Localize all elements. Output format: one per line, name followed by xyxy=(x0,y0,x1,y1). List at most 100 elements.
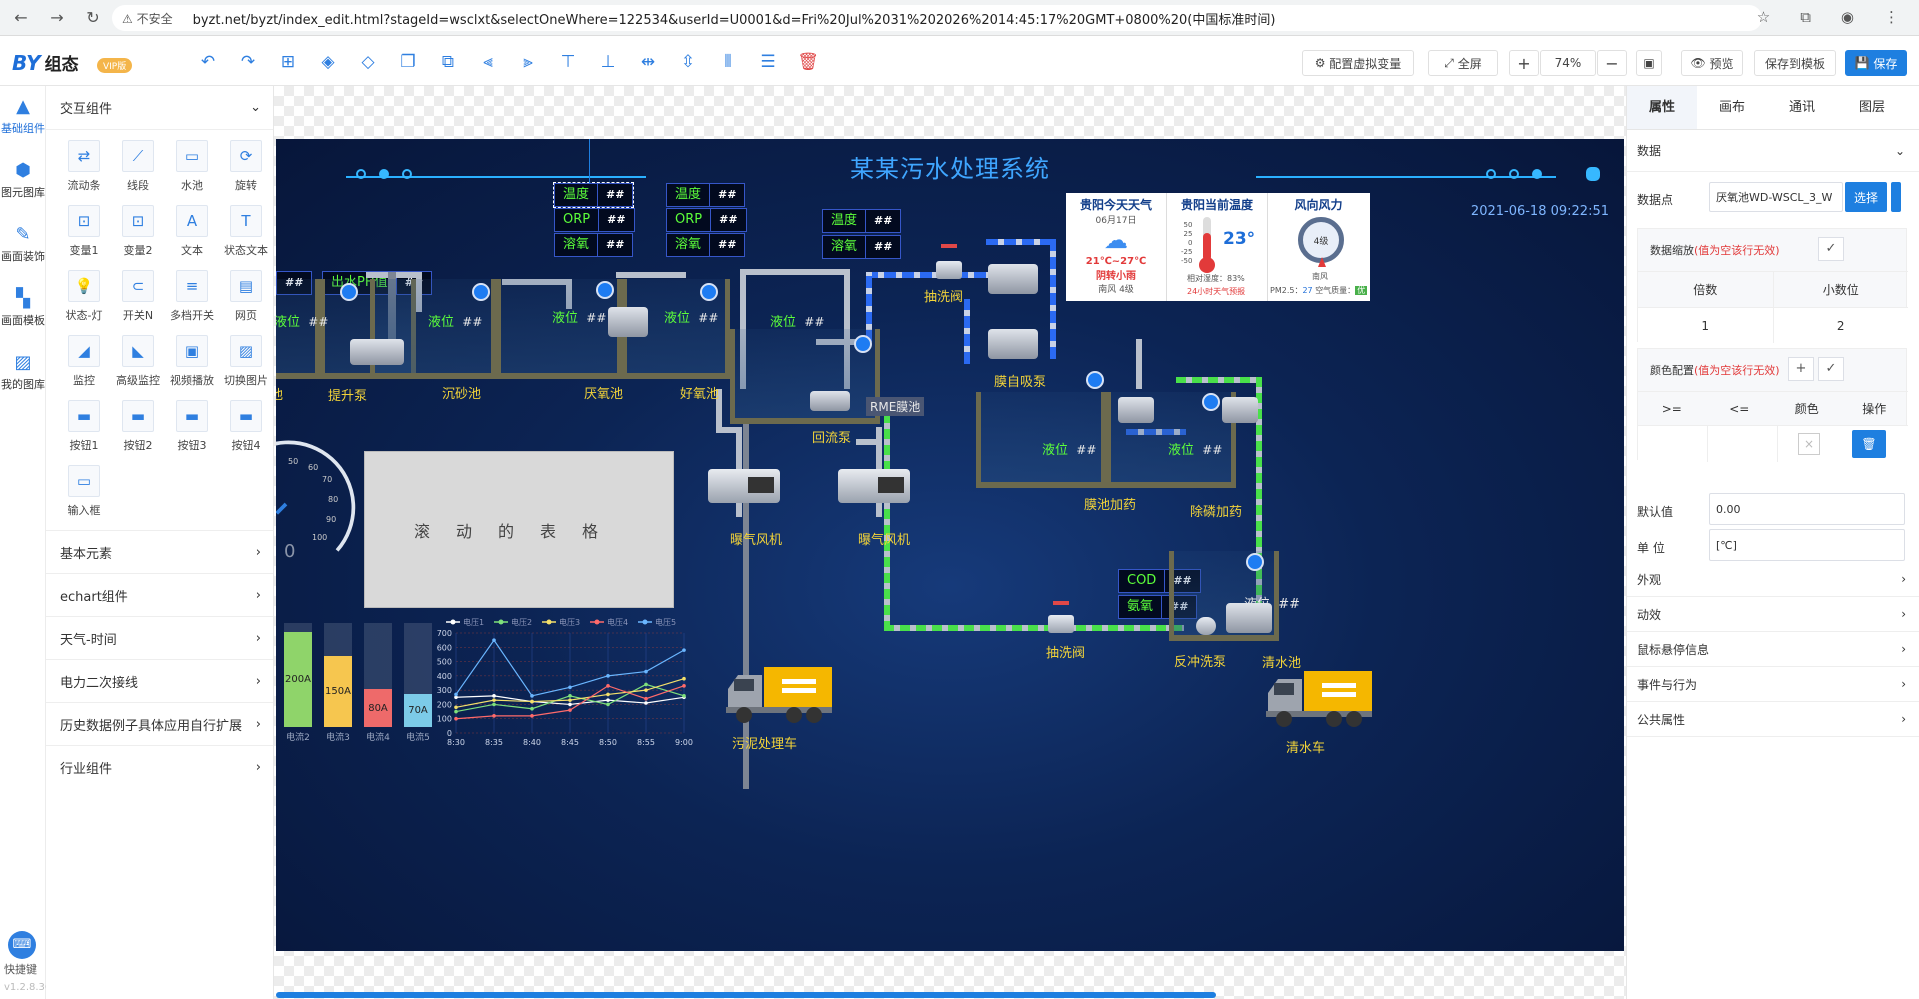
add-row-icon[interactable]: + xyxy=(1788,357,1814,381)
fullscreen-button[interactable]: ⤢ 全屏 xyxy=(1428,50,1498,76)
forward-button[interactable]: → xyxy=(42,3,72,33)
weather-widget[interactable]: 贵阳今天天气 06月17日 ☁ 21℃~27℃ 阴转小雨 南风 4级 贵阳当前温… xyxy=(1066,193,1370,301)
tab-properties[interactable]: 属性 xyxy=(1627,86,1697,129)
palette-section[interactable]: 天气-时间 › xyxy=(46,616,273,659)
group-icon[interactable]: ❐ xyxy=(396,52,420,72)
mult-value[interactable]: 1 xyxy=(1638,308,1773,343)
keyboard-icon[interactable]: ⌨ xyxy=(8,931,36,959)
color-confirm-icon[interactable]: ✓ xyxy=(1818,357,1844,381)
datapoint-input[interactable]: 厌氧池WD-WSCL_3_W xyxy=(1709,182,1843,212)
save-template-button[interactable]: 保存到模板 xyxy=(1754,50,1836,76)
distribute-h-icon[interactable]: ⦀ xyxy=(716,52,740,72)
level-gauge-icon[interactable] xyxy=(472,283,490,301)
palette-item[interactable]: ⊂ 开关N xyxy=(112,270,164,323)
flush-valve-2[interactable] xyxy=(1048,615,1074,633)
zoom-value[interactable]: 74% xyxy=(1540,50,1596,76)
ge-input[interactable] xyxy=(1638,426,1708,462)
weather-forecast-link[interactable]: 24小时天气预报 xyxy=(1187,286,1245,297)
align-vcenter-icon[interactable]: ⇳ xyxy=(676,52,700,72)
sludge-truck[interactable] xyxy=(724,665,834,725)
back-button[interactable]: ← xyxy=(6,3,36,33)
palette-section[interactable]: 行业组件 › xyxy=(46,745,273,788)
clean-water-truck[interactable] xyxy=(1264,669,1374,729)
palette-item[interactable]: 💡 状态-灯 xyxy=(58,270,110,323)
zoom-out-button[interactable]: − xyxy=(1597,50,1627,76)
reload-button[interactable]: ↻ xyxy=(78,3,108,33)
mixer[interactable] xyxy=(608,307,648,337)
tag-do-1[interactable]: 溶氧 ## xyxy=(554,233,634,257)
palette-section[interactable]: echart组件 › xyxy=(46,573,273,616)
level-gauge-icon[interactable] xyxy=(340,283,358,301)
outlet-pump[interactable] xyxy=(1226,603,1272,633)
section-events[interactable]: 事件与行为 › xyxy=(1627,667,1919,702)
distribute-v-icon[interactable]: ☰ xyxy=(756,52,780,72)
palette-item[interactable]: ▬ 按钮4 xyxy=(220,400,272,453)
virtual-vars-button[interactable]: ⚙ 配置虚拟变量 xyxy=(1302,50,1414,76)
dosing-pump[interactable] xyxy=(1222,397,1258,423)
send-back-icon[interactable]: ◇ xyxy=(356,52,380,72)
color-picker-icon[interactable]: × xyxy=(1798,433,1820,455)
fit-screen-icon[interactable]: ▣ xyxy=(1636,50,1662,76)
select-datapoint-button[interactable]: 选择 xyxy=(1845,182,1887,212)
section-common[interactable]: 公共属性 › xyxy=(1627,702,1919,737)
add-icon[interactable]: ⊞ xyxy=(276,52,300,72)
dosing-pump[interactable] xyxy=(1118,397,1154,423)
rail-basic[interactable]: ▲ 基础组件 xyxy=(0,98,46,136)
scale-confirm-icon[interactable]: ✓ xyxy=(1818,237,1844,261)
tag-do-3[interactable]: 溶氧 ## xyxy=(822,235,902,259)
level-gauge-icon[interactable] xyxy=(1246,553,1264,571)
address-bar[interactable]: ⚠ 不安全 byzt.net/byzt/index_edit.html?stag… xyxy=(112,5,1762,31)
palette-item[interactable]: ⊡ 变量1 xyxy=(58,205,110,258)
tab-comm[interactable]: 通讯 xyxy=(1767,86,1837,129)
current-bar-chart[interactable]: 200A 电流2 150A 电流3 80A 电流4 70A 电流5 xyxy=(282,623,440,743)
scada-canvas[interactable]: 某某污水处理系统 2021-06-18 09:22:51 ## 出水PH值## … xyxy=(276,139,1624,951)
unit-input[interactable]: [℃] xyxy=(1709,529,1905,561)
palette-item[interactable]: ⟳ 旋转 xyxy=(220,140,272,193)
menu-icon[interactable]: ⋮ xyxy=(1884,8,1899,26)
membrane-pump[interactable] xyxy=(988,264,1038,294)
rolling-table[interactable]: 滚动的表格 xyxy=(364,451,674,608)
blower-1[interactable] xyxy=(708,469,780,503)
palette-item[interactable]: T 状态文本 xyxy=(220,205,272,258)
return-pump[interactable] xyxy=(810,391,850,411)
tag-orp-2[interactable]: ORP ## xyxy=(666,208,747,232)
align-top-icon[interactable]: ⊤ xyxy=(556,52,580,72)
save-button[interactable]: 💾 保存 xyxy=(1845,50,1907,76)
backwash-pump[interactable] xyxy=(1196,617,1216,635)
bar[interactable]: 70A xyxy=(404,693,432,727)
palette-item[interactable]: ▨ 切换图片 xyxy=(220,335,272,388)
membrane-pump[interactable] xyxy=(988,329,1038,359)
palette-item[interactable]: ▤ 网页 xyxy=(220,270,272,323)
level-gauge-icon[interactable] xyxy=(854,335,872,353)
section-effects[interactable]: 动效 › xyxy=(1627,597,1919,632)
palette-item[interactable]: ▣ 视频播放 xyxy=(166,335,218,388)
profile-icon[interactable]: ◉ xyxy=(1841,8,1854,26)
palette-section[interactable]: 电力二次接线 › xyxy=(46,659,273,702)
palette-item[interactable]: ⊡ 变量2 xyxy=(112,205,164,258)
level-gauge-icon[interactable] xyxy=(1202,393,1220,411)
palette-header[interactable]: 交互组件 ⌄ xyxy=(46,86,273,130)
undo-icon[interactable]: ↶ xyxy=(196,52,220,72)
section-appearance[interactable]: 外观 › xyxy=(1627,562,1919,597)
flush-valve-1[interactable] xyxy=(936,261,962,279)
rail-template[interactable]: ▚ 画面模板 xyxy=(0,290,46,328)
extensions-icon[interactable]: ⧉ xyxy=(1800,8,1811,26)
palette-item[interactable]: ≡ 多档开关 xyxy=(166,270,218,323)
bar[interactable]: 80A xyxy=(364,689,392,727)
tag-do-2[interactable]: 溶氧 ## xyxy=(666,233,746,257)
align-right-icon[interactable]: ⫸ xyxy=(516,52,540,72)
canvas-scrollbar[interactable] xyxy=(276,992,1216,998)
palette-section[interactable]: 历史数据例子具体应用自行扩展 › xyxy=(46,702,273,745)
level-gauge-icon[interactable] xyxy=(700,283,718,301)
ungroup-icon[interactable]: ⧉ xyxy=(436,52,460,72)
lift-pump[interactable] xyxy=(350,339,404,365)
section-data[interactable]: 数据 ⌄ xyxy=(1627,130,1919,172)
rail-decor[interactable]: ✎ 画面装饰 xyxy=(0,226,46,264)
palette-item[interactable]: ▭ 输入框 xyxy=(58,465,110,518)
tag-temp-1[interactable]: 温度 ## xyxy=(552,182,635,208)
palette-item[interactable]: ◣ 高级监控 xyxy=(112,335,164,388)
palette-item[interactable]: ◢ 监控 xyxy=(58,335,110,388)
align-hcenter-icon[interactable]: ⇹ xyxy=(636,52,660,72)
palette-item[interactable]: ⟋ 线段 xyxy=(112,140,164,193)
palette-item[interactable]: ▭ 水池 xyxy=(166,140,218,193)
